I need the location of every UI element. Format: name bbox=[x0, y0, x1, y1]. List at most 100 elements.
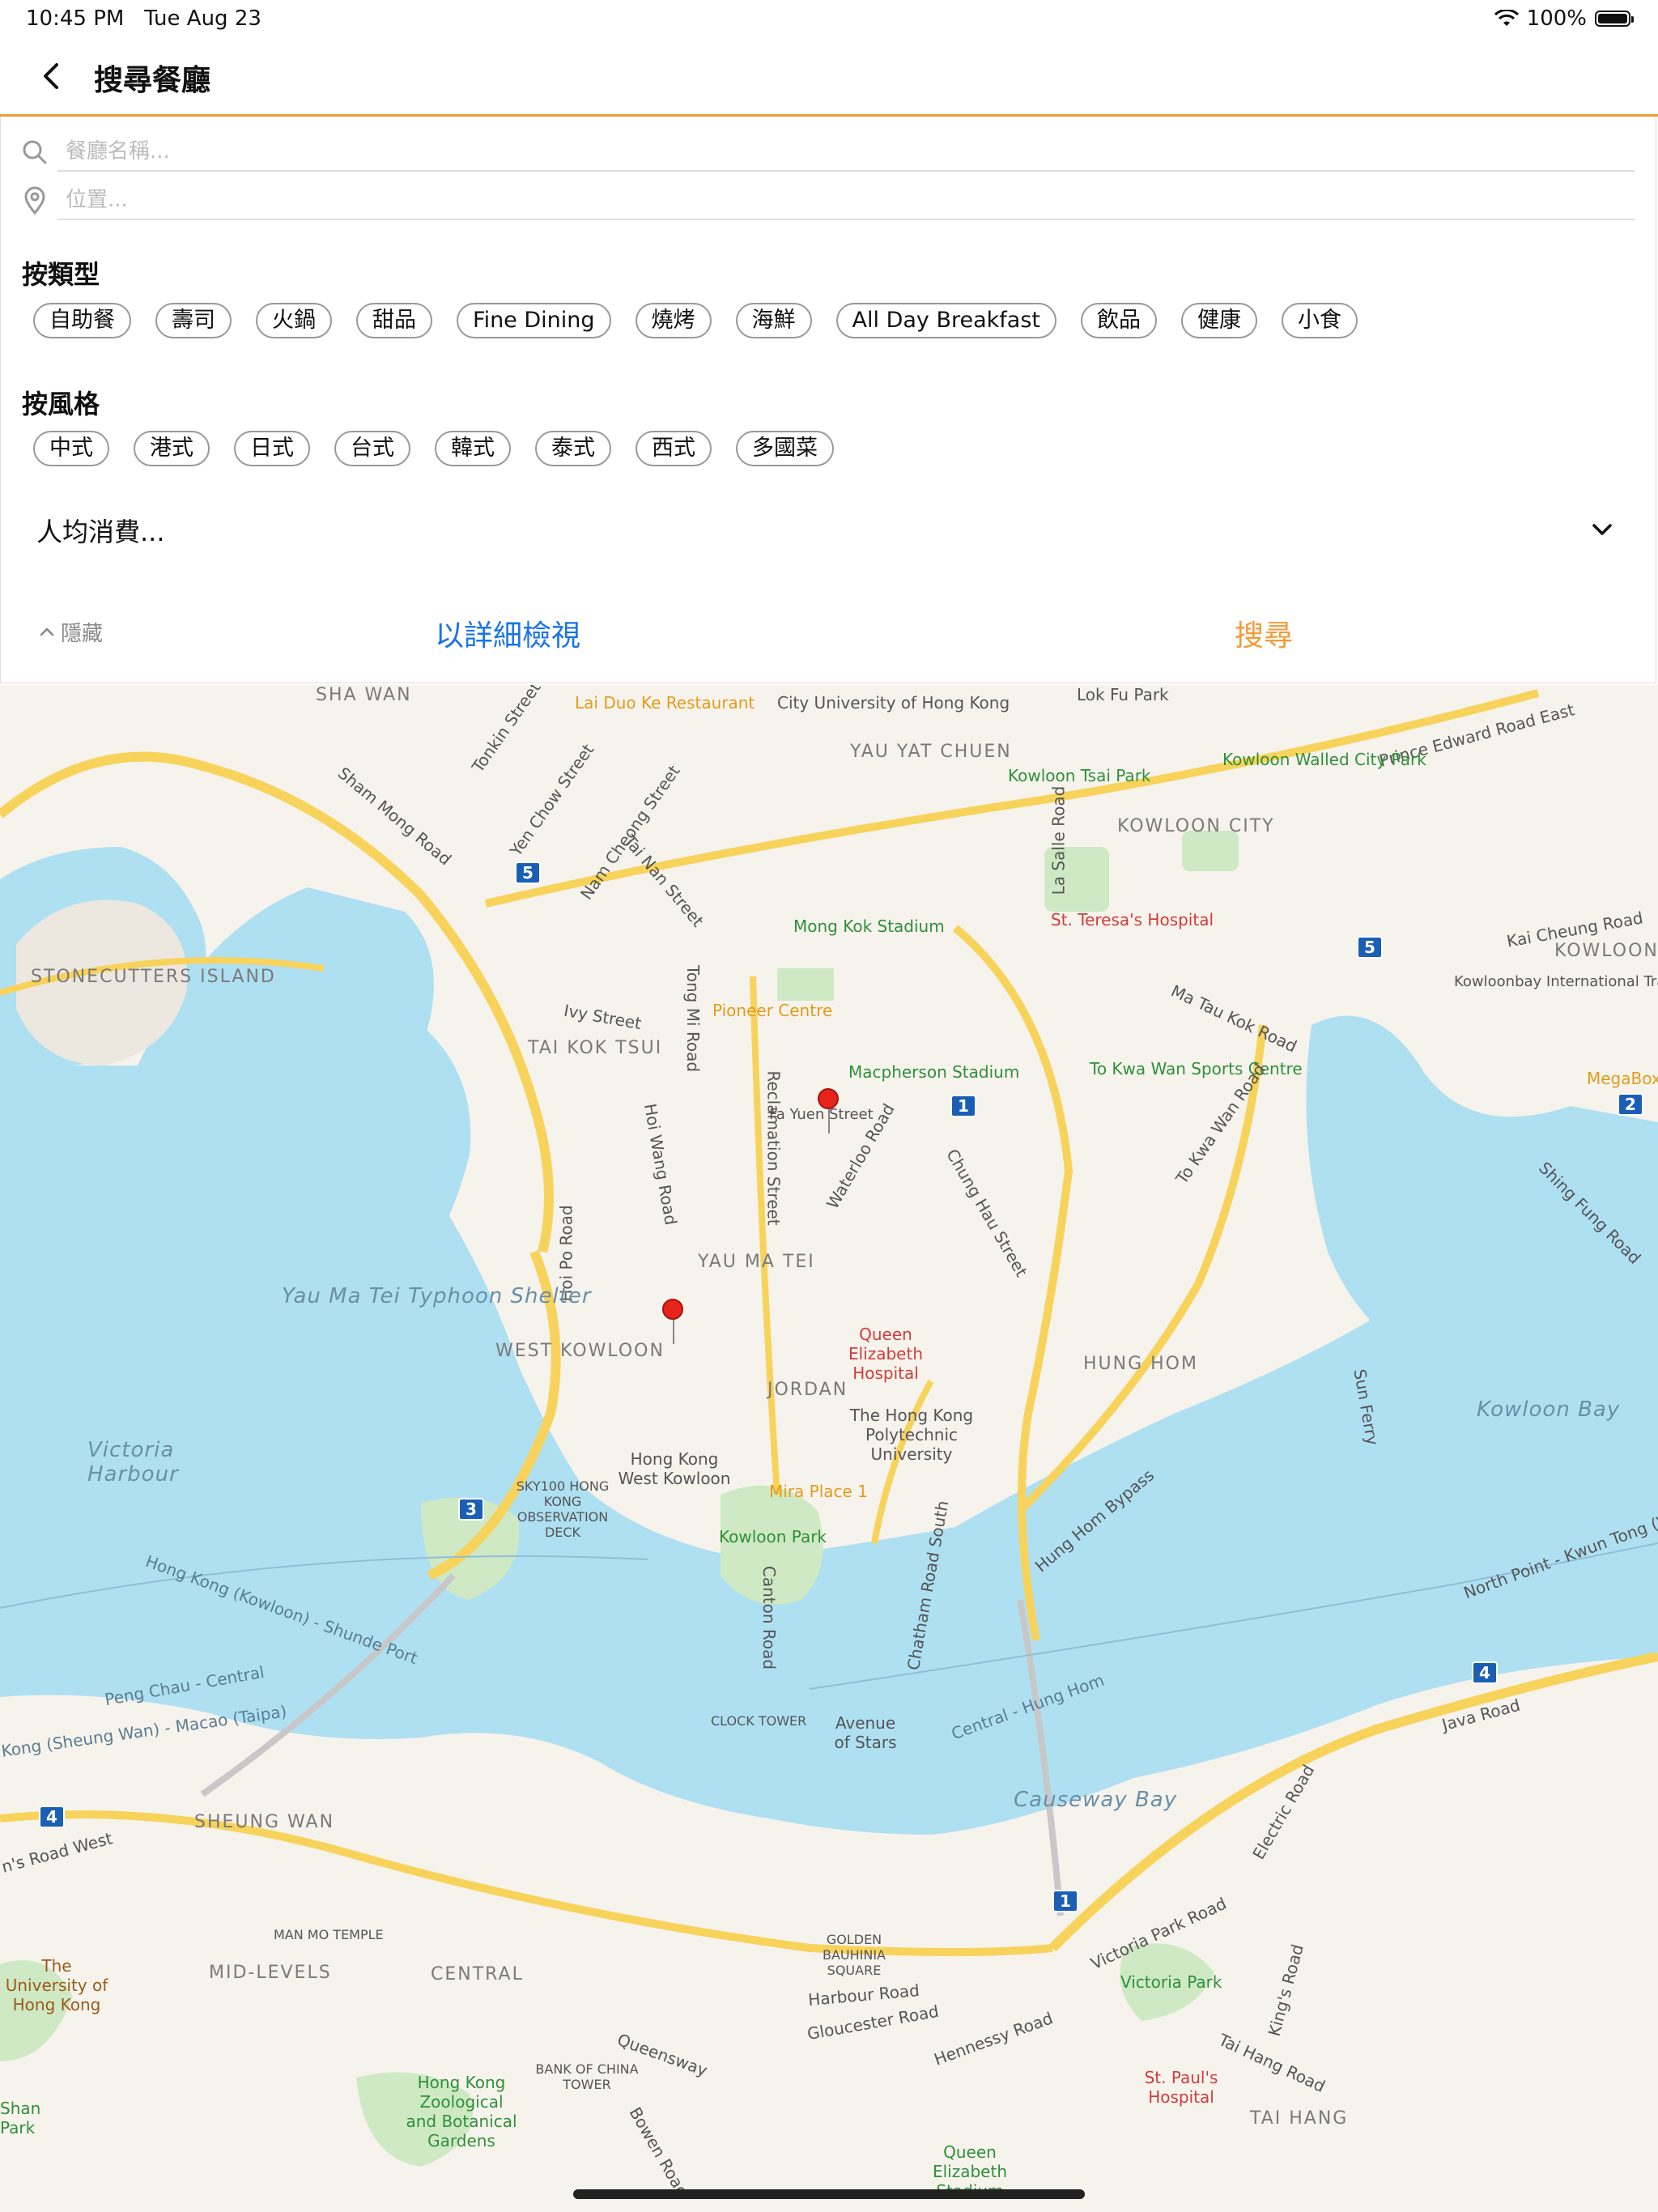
map-label-cityu: City University of Hong Kong bbox=[777, 693, 1010, 713]
map-label-hk-west-kowloon: Hong Kong West Kowloon bbox=[618, 1449, 731, 1488]
back-chevron-icon[interactable] bbox=[34, 58, 70, 94]
type-chip-sushi[interactable]: 壽司 bbox=[155, 303, 232, 338]
map-label-polyu: The Hong Kong Polytechnic University bbox=[849, 1406, 974, 1464]
route-shield-5-east: 5 bbox=[1357, 936, 1383, 959]
map-label-qeh: Queen Elizabeth Hospital bbox=[848, 1325, 924, 1383]
style-chip-japanese[interactable]: 日式 bbox=[234, 431, 310, 466]
type-chip-group: 自助餐 壽司 火鍋 甜品 Fine Dining 燒烤 海鮮 All Day B… bbox=[33, 303, 1358, 338]
map-label-jordan: JORDAN bbox=[767, 1380, 848, 1400]
style-chip-hk[interactable]: 港式 bbox=[134, 431, 210, 466]
map-label-hung-hom: HUNG HOM bbox=[1083, 1354, 1198, 1374]
type-chip-dessert[interactable]: 甜品 bbox=[356, 303, 432, 338]
hide-label: 隱藏 bbox=[61, 622, 104, 646]
map-label-st-pauls-hospital: St. Paul's Hospital bbox=[1144, 2068, 1218, 2107]
map-label-sha-wan: SHA WAN bbox=[316, 685, 412, 705]
route-shield-1-north: 1 bbox=[950, 1095, 976, 1117]
map-label-shan-park: Shan Park bbox=[0, 2099, 41, 2138]
map-label-mong-kok-stadium: Mong Kok Stadium bbox=[793, 917, 945, 936]
map-label-typhoon-shelter: Yau Ma Tei Typhoon Shelter bbox=[282, 1284, 592, 1308]
location-input[interactable] bbox=[57, 181, 1635, 220]
map-label-to-kwa-wan-sports: To Kwa Wan Sports Centre bbox=[1090, 1059, 1303, 1078]
map-label-avenue-of-stars: Avenue of Stars bbox=[834, 1713, 897, 1752]
map-label-west-kowloon: WEST KOWLOON bbox=[495, 1341, 665, 1361]
navigation-bar: 搜尋餐廳 bbox=[0, 39, 1658, 117]
map-label-megabox: MegaBox bbox=[1587, 1069, 1658, 1088]
map-label-lai-duo-ke: Lai Duo Ke Restaurant bbox=[575, 693, 755, 713]
type-chip-hotpot[interactable]: 火鍋 bbox=[256, 303, 332, 338]
battery-percentage: 100% bbox=[1526, 6, 1587, 31]
detail-view-button[interactable]: 以詳細檢視 bbox=[435, 612, 580, 654]
by-style-title: 按風格 bbox=[22, 389, 100, 419]
type-chip-seafood[interactable]: 海鮮 bbox=[735, 303, 812, 338]
map-label-mira-place: Mira Place 1 bbox=[769, 1482, 868, 1501]
type-chip-buffet[interactable]: 自助餐 bbox=[33, 303, 131, 338]
map-label-st-teresas-hospital: St. Teresa's Hospital bbox=[1051, 910, 1214, 929]
map-label-yau-yat-chuen: YAU YAT CHUEN bbox=[850, 742, 1012, 762]
park-mong-kok-stadium bbox=[777, 968, 834, 1001]
style-chip-taiwanese[interactable]: 台式 bbox=[334, 431, 410, 466]
map-label-lok-fu-park: Lok Fu Park bbox=[1077, 685, 1169, 704]
price-label: 人均消費... bbox=[36, 517, 165, 547]
map-label-reclamation-street: Reclamation Street bbox=[763, 1070, 784, 1226]
type-chip-drinks[interactable]: 飲品 bbox=[1081, 303, 1158, 338]
map-label-sheung-wan: SHEUNG WAN bbox=[194, 1812, 335, 1832]
chevron-up-icon bbox=[40, 627, 54, 636]
map-label-mid-levels: MID-LEVELS bbox=[209, 1963, 332, 1983]
map-label-clock-tower: CLOCK TOWER bbox=[711, 1713, 807, 1729]
route-shield-5-west: 5 bbox=[515, 861, 541, 884]
type-chip-fine-dining[interactable]: Fine Dining bbox=[457, 303, 611, 338]
type-chip-bbq[interactable]: 燒烤 bbox=[635, 303, 712, 338]
restaurant-map-pin[interactable] bbox=[662, 1299, 683, 1344]
map-label-kowloon: KOWLOON bbox=[1554, 941, 1658, 961]
map-label-causeway-bay-water: Causeway Bay bbox=[1014, 1788, 1178, 1812]
map-label-kowloon-bay: Kowloon Bay bbox=[1477, 1397, 1621, 1422]
status-indicators: 100% bbox=[1494, 6, 1634, 31]
map-label-fa-yuen-street: Fa Yuen Street bbox=[769, 1106, 874, 1123]
clock-time: 10:45 PM bbox=[26, 6, 125, 31]
search-button[interactable]: 搜尋 bbox=[1235, 612, 1293, 654]
status-time: 10:45 PM Tue Aug 23 bbox=[26, 6, 261, 31]
map-label-yau-ma-tei: YAU MA TEI bbox=[698, 1252, 815, 1272]
restaurant-map-pin[interactable] bbox=[818, 1088, 839, 1134]
map-label-la-salle-road: La Salle Road bbox=[1048, 785, 1069, 895]
type-chip-snacks[interactable]: 小食 bbox=[1282, 303, 1358, 338]
map-label-victoria-harbour: Victoria Harbour bbox=[87, 1438, 179, 1487]
home-indicator bbox=[573, 2189, 1085, 2199]
restaurant-name-input[interactable] bbox=[57, 133, 1635, 172]
by-type-title: 按類型 bbox=[22, 259, 100, 290]
map-label-kowloon-park: Kowloon Park bbox=[719, 1527, 827, 1546]
map-view[interactable]: SHA WAN Lai Duo Ke Restaurant City Unive… bbox=[0, 685, 1658, 2212]
price-dropdown[interactable]: 人均消費... bbox=[36, 505, 1618, 554]
map-label-tai-hang: TAI HANG bbox=[1250, 2108, 1349, 2129]
map-label-zoological-gardens: Hong Kong Zoological and Botanical Garde… bbox=[406, 2073, 517, 2150]
map-label-macpherson-stadium: Macpherson Stadium bbox=[848, 1062, 1020, 1082]
type-chip-all-day-breakfast[interactable]: All Day Breakfast bbox=[835, 303, 1057, 338]
wifi-icon bbox=[1494, 10, 1519, 26]
style-chip-chinese[interactable]: 中式 bbox=[33, 431, 109, 466]
style-chip-korean[interactable]: 韓式 bbox=[435, 431, 511, 466]
chevron-down-icon bbox=[1592, 524, 1612, 535]
style-chip-group: 中式 港式 日式 台式 韓式 泰式 西式 多國菜 bbox=[33, 431, 834, 466]
map-label-kowloon-city: KOWLOON CITY bbox=[1117, 816, 1275, 836]
search-filter-panel: 按類型 自助餐 壽司 火鍋 甜品 Fine Dining 燒烤 海鮮 All D… bbox=[0, 117, 1656, 683]
map-label-golden-bauhinia: GOLDEN BAUHINIA SQUARE bbox=[822, 1932, 886, 1978]
location-field bbox=[20, 181, 1635, 222]
map-canvas bbox=[0, 685, 1658, 2212]
style-chip-thai[interactable]: 泰式 bbox=[535, 431, 611, 466]
type-chip-healthy[interactable]: 健康 bbox=[1181, 303, 1258, 338]
route-shield-3: 3 bbox=[458, 1498, 484, 1521]
map-label-pioneer-centre: Pioneer Centre bbox=[712, 1001, 833, 1020]
map-label-sky100: SKY100 HONG KONG OBSERVATION DECK bbox=[516, 1478, 610, 1540]
map-label-bank-of-china-tower: BANK OF CHINA TOWER bbox=[535, 2061, 639, 2092]
map-label-kowloon-tsai-park: Kowloon Tsai Park bbox=[1008, 766, 1151, 785]
style-chip-western[interactable]: 西式 bbox=[636, 431, 712, 466]
park-walled-city bbox=[1182, 831, 1239, 871]
map-label-man-mo-temple: MAN MO TEMPLE bbox=[274, 1927, 384, 1942]
map-label-hku: The University of Hong Kong bbox=[5, 1956, 108, 2014]
style-chip-multinational[interactable]: 多國菜 bbox=[736, 431, 834, 466]
hide-panel-button[interactable]: 隱藏 bbox=[38, 617, 103, 647]
route-shield-4-west: 4 bbox=[39, 1806, 65, 1828]
map-label-central: CENTRAL bbox=[431, 1964, 524, 1984]
map-label-kitec: Kowloonbay International Trade & Exhibit… bbox=[1454, 973, 1658, 990]
status-bar: 10:45 PM Tue Aug 23 100% bbox=[0, 0, 1658, 39]
